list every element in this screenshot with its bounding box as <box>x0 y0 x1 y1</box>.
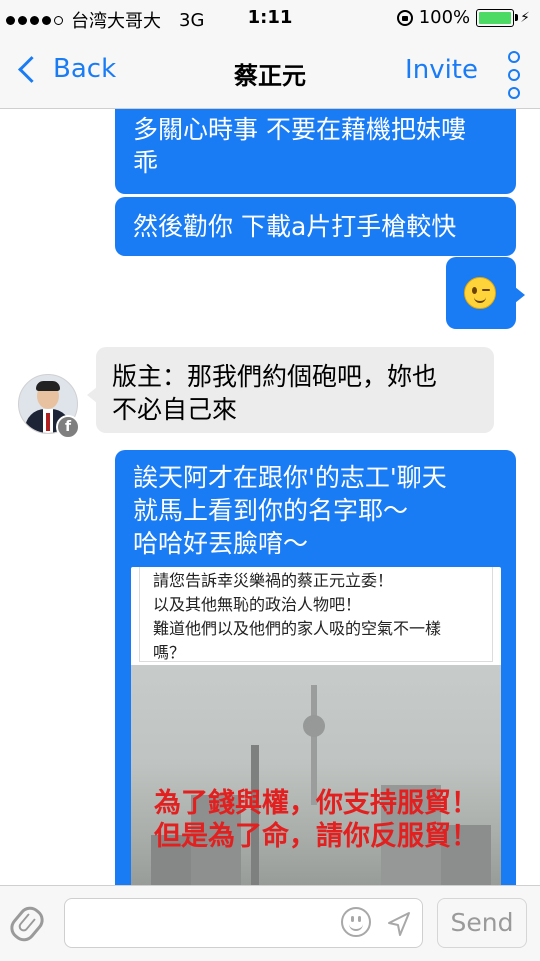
charging-icon: ⚡ <box>520 9 530 26</box>
sent-message: 誒天阿才在跟你'的志工'聊天 就馬上看到你的名字耶～ 哈哈好丟臉唷～ 請您告訴幸… <box>115 450 516 885</box>
message-line: 不必自己來 <box>112 395 238 424</box>
composer-bar: Send <box>0 885 540 961</box>
sent-message: 多關心時事 不要在藉機把妹嘍 乖 <box>115 109 516 194</box>
sent-message <box>446 257 525 329</box>
message-line: 多關心時事 不要在藉機把妹嘍 <box>133 115 466 144</box>
message-line: 乖 <box>133 148 159 177</box>
send-button[interactable]: Send <box>437 898 527 948</box>
navigation-bar: Back 蔡正元 Invite <box>0 36 540 109</box>
message-line: 然後勸你 下載a片打手槍較快 <box>133 212 457 241</box>
message-list[interactable]: 多關心時事 不要在藉機把妹嘍 乖 然後勸你 下載a片打手槍較快 f 版主：那我們… <box>0 109 540 885</box>
more-options-icon[interactable] <box>508 51 520 99</box>
invite-button[interactable]: Invite <box>405 55 478 85</box>
slogan-line: 但是為了命，請你反服貿！ <box>154 821 478 852</box>
post-text-line: 嗎？ <box>153 643 186 662</box>
message-line: 就馬上看到你的名字耶～ <box>133 496 409 525</box>
slogan-line: 為了錢與權，你支持服貿！ <box>154 788 478 819</box>
attached-screenshot[interactable]: 請您告訴幸災樂禍的蔡正元立委！ 以及其他無恥的政治人物吧！ 難道他們以及他們的家… <box>131 567 501 885</box>
message-line: 版主：那我們約個砲吧，妳也 <box>112 362 438 391</box>
smog-city-photo: 為了錢與權，你支持服貿！ 但是為了命，請你反服貿！ <box>131 665 501 885</box>
battery-percent: 100% <box>418 7 471 28</box>
photo-slogan: 為了錢與權，你支持服貿！ 但是為了命，請你反服貿！ <box>131 787 501 853</box>
facebook-icon: f <box>56 415 80 439</box>
rotation-lock-icon <box>396 9 413 26</box>
message-line: 誒天阿才在跟你'的志工'聊天 <box>133 463 447 492</box>
attachment-icon[interactable] <box>5 901 49 947</box>
post-text-line: 請您告訴幸災樂禍的蔡正元立委！ <box>153 571 394 590</box>
message-input[interactable] <box>64 898 423 948</box>
post-text-line: 難道他們以及他們的家人吸的空氣不一樣 <box>153 619 442 638</box>
message-line: 哈哈好丟臉唷～ <box>133 529 309 558</box>
sent-message: 然後勸你 下載a片打手槍較快 <box>115 197 516 256</box>
battery-icon <box>476 8 519 27</box>
received-message: 版主：那我們約個砲吧，妳也 不必自己來 <box>87 347 494 433</box>
post-text-line: 以及其他無恥的政治人物吧！ <box>153 595 362 614</box>
emoji-icon[interactable] <box>341 907 371 937</box>
status-bar: 台湾大哥大 3G 1:11 100% ⚡ <box>0 0 540 36</box>
winking-face-icon <box>464 277 496 309</box>
post-text: 請您告訴幸災樂禍的蔡正元立委！ 以及其他無恥的政治人物吧！ 難道他們以及他們的家… <box>153 569 483 665</box>
